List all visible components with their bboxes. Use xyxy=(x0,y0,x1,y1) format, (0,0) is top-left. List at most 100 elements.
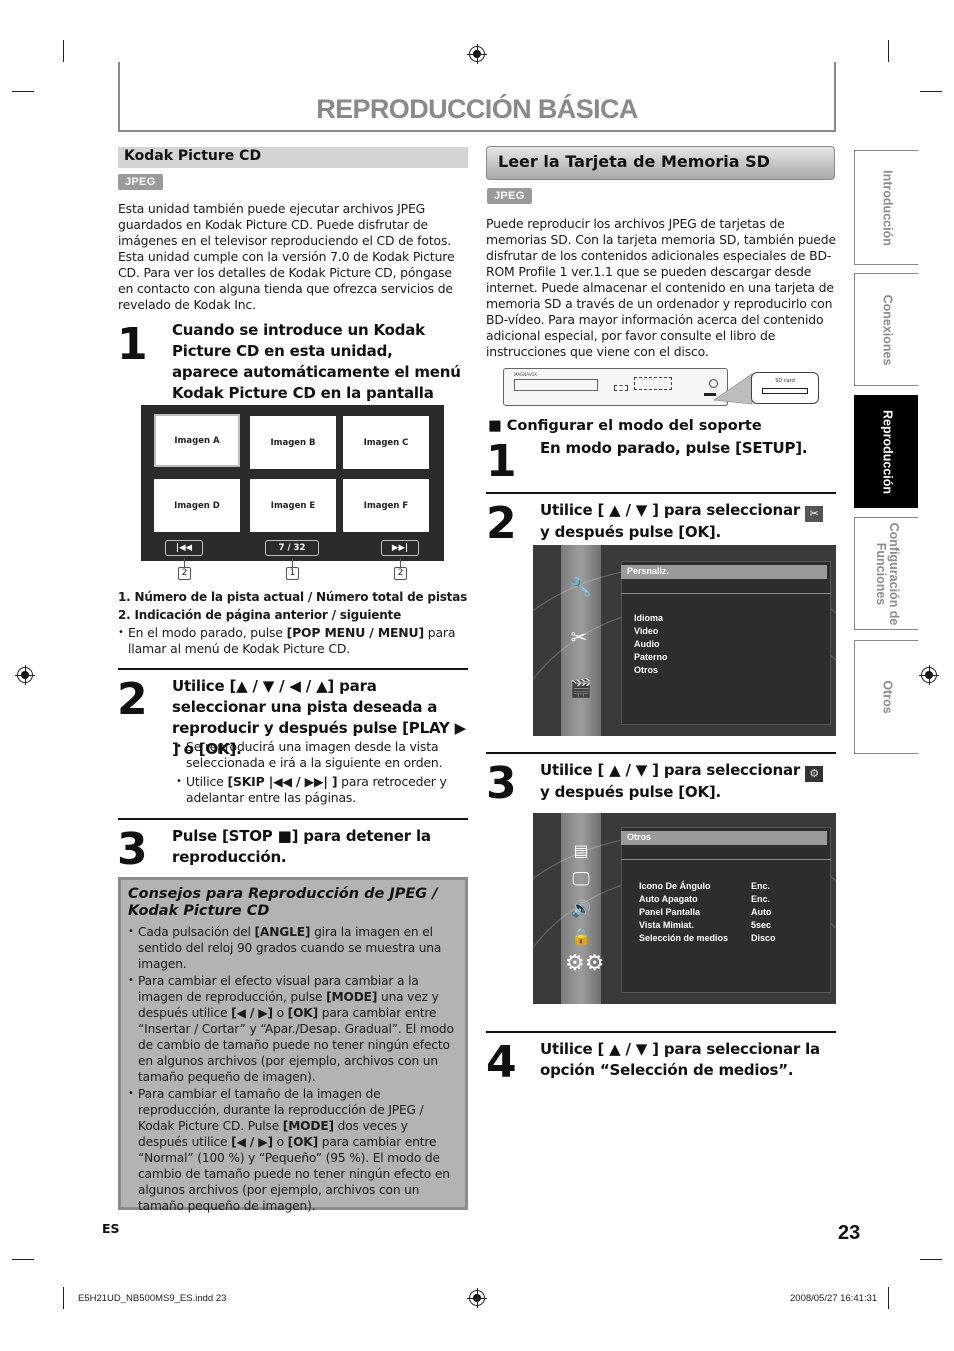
display-window xyxy=(614,385,628,391)
menu-item[interactable]: Idioma xyxy=(634,612,663,625)
monitor-icon[interactable]: 🖵 xyxy=(569,869,593,890)
language-icon[interactable]: ▤ xyxy=(569,841,593,860)
step-3-instruction: Pulse [STOP ■] para detener la reproducc… xyxy=(172,827,431,866)
jpeg-badge: JPEG xyxy=(487,188,532,204)
slug-filename: E5H21UD_NB500MS9_ES.indd 23 xyxy=(78,1293,227,1304)
sd-step-2-instruction: Utilice [ ▲ / ▼ ] para seleccionar ✂ y d… xyxy=(540,500,832,543)
callout-line xyxy=(184,558,185,567)
step-number: 4 xyxy=(486,1037,517,1088)
sd-step-1-instruction: En modo parado, pulse [SETUP]. xyxy=(540,439,808,457)
callout-line xyxy=(400,558,401,567)
thumbnail[interactable]: Imagen E xyxy=(250,479,336,532)
disc-tray xyxy=(514,379,598,391)
thumbnail[interactable]: Imagen D xyxy=(154,479,240,532)
legend-item: 1. Número de la pista actual / Número to… xyxy=(118,590,468,604)
step-number: 2 xyxy=(486,498,517,549)
tools-icon: ✂ xyxy=(805,506,824,522)
thumbnail[interactable]: Imagen B xyxy=(250,416,336,469)
gears-icon[interactable]: ⚙⚙ xyxy=(565,951,604,976)
step-number: 2 xyxy=(117,674,148,725)
setting-value[interactable]: Enc. xyxy=(751,880,770,893)
kodak-picture-cd-screen: Imagen A Imagen B Imagen C Imagen D Imag… xyxy=(141,405,444,561)
crop-mark xyxy=(888,1287,889,1309)
setting-label[interactable]: Auto Apagato xyxy=(639,893,698,906)
setting-label[interactable]: Vista Mimiat. xyxy=(639,919,694,932)
divider xyxy=(118,668,468,670)
step-number: 3 xyxy=(117,824,148,875)
menu-item[interactable]: Otros xyxy=(634,664,658,677)
tab-conexiones[interactable]: Conexiones xyxy=(854,273,918,386)
registration-mark-icon xyxy=(15,665,35,685)
page-title: REPRODUCCIÓN BÁSICA xyxy=(316,94,638,124)
tab-reproduccion[interactable]: Reproducción xyxy=(854,395,918,508)
callout-marker: 2 xyxy=(394,567,407,580)
speaker-icon[interactable]: 🔊 xyxy=(569,899,593,918)
registration-mark-icon xyxy=(919,665,939,685)
divider xyxy=(486,1031,836,1033)
sd-step-4-instruction: Utilice [ ▲ / ▼ ] para seleccionar la op… xyxy=(540,1040,820,1079)
sd-intro: Puede reproducir los archivos JPEG de ta… xyxy=(486,216,836,359)
callout-marker: 2 xyxy=(178,567,191,580)
menu-item[interactable]: Video xyxy=(634,625,658,638)
tip-item: Para cambiar el efecto visual para cambi… xyxy=(128,973,458,1085)
tip-item: Cada pulsación del [ANGLE] gira la image… xyxy=(128,924,458,972)
tab-configuracion-de-funciones[interactable]: Configuración de Funciones xyxy=(854,517,918,630)
tips-box: Consejos para Reproducción de JPEG / Kod… xyxy=(118,877,468,1213)
setting-value[interactable]: 5sec xyxy=(751,919,771,932)
crop-mark xyxy=(920,91,942,92)
thumbnail[interactable]: Imagen A xyxy=(154,414,240,467)
tab-introduccion[interactable]: Introducción xyxy=(854,150,918,265)
next-page-button[interactable]: ▶▶| xyxy=(381,540,419,556)
menu-title: Otros xyxy=(621,831,827,845)
tools-icon[interactable]: ✂ xyxy=(567,625,591,649)
thumbnail[interactable]: Imagen F xyxy=(343,479,429,532)
setup-menu-screen: Persnaliz. 🔧 ✂ 🎬 Idioma Video Audio Pate… xyxy=(533,545,836,736)
crop-mark xyxy=(12,1259,34,1260)
setting-value[interactable]: Auto xyxy=(751,906,772,919)
setting-value[interactable]: Enc. xyxy=(751,893,770,906)
sd-step-3-instruction: Utilice [ ▲ / ▼ ] para seleccionar ⚙ y d… xyxy=(540,760,832,803)
divider xyxy=(486,752,836,754)
callout-marker: 1 xyxy=(286,567,299,580)
section-heading-kodak: Kodak Picture CD xyxy=(118,147,468,168)
track-counter: 7 / 32 xyxy=(265,540,319,556)
previous-page-button[interactable]: |◀◀ xyxy=(165,540,203,556)
crop-mark xyxy=(63,40,64,62)
page-number: 23 xyxy=(838,1222,861,1244)
kodak-intro: Esta unidad también puede ejecutar archi… xyxy=(118,201,455,312)
crop-mark xyxy=(12,91,34,92)
device-brand: MAGNAVOX xyxy=(514,372,537,377)
note-bullet: Se reproducirá una imagen desde la vista… xyxy=(176,739,468,771)
tips-list: Cada pulsación del [ANGLE] gira la image… xyxy=(128,924,458,1214)
menu-title: Persnaliz. xyxy=(621,565,827,579)
clapper-icon[interactable]: 🎬 xyxy=(569,678,593,699)
tab-otros[interactable]: Otros xyxy=(854,640,918,754)
lock-icon[interactable]: 🔒 xyxy=(569,927,593,946)
divider xyxy=(118,818,468,820)
setting-label[interactable]: Icono De Ángulo xyxy=(639,880,711,893)
note-bullet: Utilice [SKIP |◀◀ / ▶▶| ] para retrocede… xyxy=(176,774,468,806)
sd-slot-icon xyxy=(762,388,808,394)
bluray-player-illustration: MAGNAVOX xyxy=(503,368,728,406)
thumbnail[interactable]: Imagen C xyxy=(343,416,429,469)
setting-value[interactable]: Disco xyxy=(751,932,776,945)
zoom-callout-wedge xyxy=(713,373,753,405)
registration-mark-icon xyxy=(467,1288,487,1308)
tip-item: Para cambiar el tamaño de la imagen de r… xyxy=(128,1086,458,1214)
step-2-notes: Se reproducirá una imagen desde la vista… xyxy=(176,739,468,806)
setting-label[interactable]: Panel Pantalla xyxy=(639,906,700,919)
wrench-icon[interactable]: 🔧 xyxy=(569,577,593,598)
menu-item[interactable]: Audio xyxy=(634,638,660,651)
legend: 1. Número de la pista actual / Número to… xyxy=(118,588,478,624)
step-number: 1 xyxy=(117,319,148,370)
others-menu-screen: Otros ▤ 🖵 🔊 🔒 ⚙⚙ Icono De Ángulo Enc. Auto… xyxy=(533,813,836,1004)
sd-card-label: SD card xyxy=(775,378,795,384)
subheading-media-mode: ■ Configurar el modo del soporte xyxy=(488,418,762,434)
slug-date: 2008/05/27 16:41:31 xyxy=(790,1293,878,1304)
registration-mark-icon xyxy=(467,44,487,64)
setting-label[interactable]: Selección de medios xyxy=(639,932,728,945)
tips-title: Consejos para Reproducción de JPEG / Kod… xyxy=(128,886,438,919)
gears-icon: ⚙ xyxy=(805,766,824,782)
menu-item[interactable]: Paterno xyxy=(634,651,668,664)
display-window xyxy=(634,377,672,390)
